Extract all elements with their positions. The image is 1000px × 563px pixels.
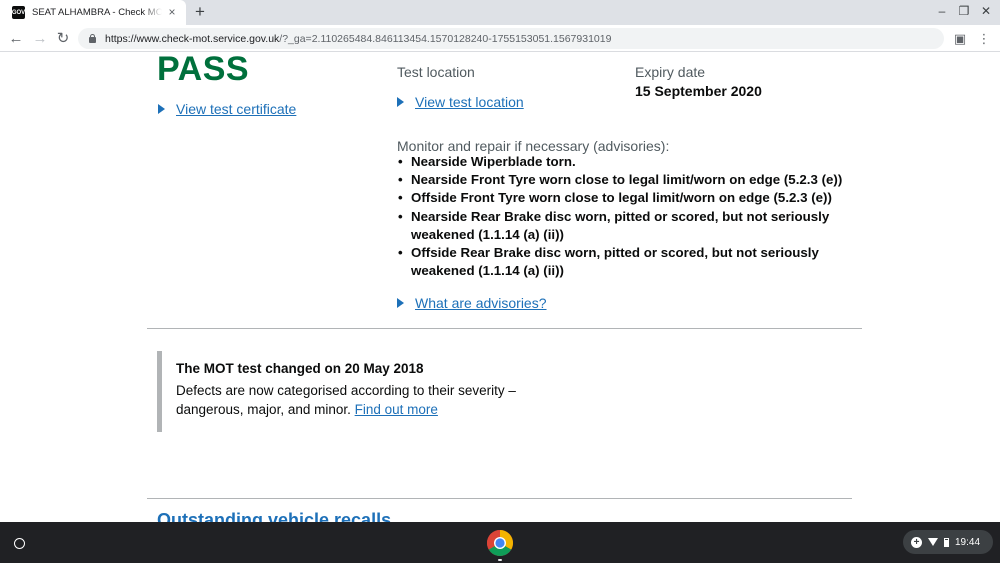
clock-time: 19:44 (955, 536, 981, 548)
expiry-date-value: 15 September 2020 (635, 83, 762, 99)
what-are-advisories-link[interactable]: What are advisories? (415, 295, 547, 311)
advisory-item: Nearside Wiperblade torn. (398, 153, 858, 171)
section-divider (147, 498, 852, 499)
restore-icon[interactable]: ❐ (955, 4, 973, 18)
browser-tab[interactable]: GOV SEAT ALHAMBRA - Check MOT history - … (0, 0, 186, 25)
test-result: PASS (157, 52, 250, 88)
view-location-link[interactable]: View test location (415, 94, 524, 110)
running-indicator (498, 559, 502, 561)
browser-toolbar: ← → ↻ https://www.check-mot.service.gov.… (0, 25, 1000, 52)
menu-kebab-icon[interactable]: ⋮ (974, 29, 994, 49)
view-certificate-link[interactable]: View test certificate (176, 101, 296, 117)
url-text: https://www.check-mot.service.gov.uk/?_g… (105, 32, 612, 45)
status-tray[interactable]: + 19:44 (903, 530, 993, 554)
profile-icon[interactable]: ▣ (950, 29, 970, 49)
govuk-favicon-icon: GOV (12, 6, 25, 19)
notice-title: The MOT test changed on 20 May 2018 (176, 361, 424, 376)
chrome-app-icon[interactable] (486, 529, 514, 557)
advisory-item: Offside Rear Brake disc worn, pitted or … (398, 244, 858, 280)
what-are-advisories-toggle[interactable]: What are advisories? (397, 295, 547, 311)
view-certificate-toggle[interactable]: View test certificate (158, 101, 296, 117)
battery-icon (944, 537, 949, 547)
advisory-item: Nearside Front Tyre worn close to legal … (398, 171, 858, 189)
new-tab-button[interactable]: + (190, 2, 210, 22)
add-icon: + (911, 536, 922, 548)
os-shelf: + 19:44 (0, 522, 1000, 563)
reload-icon[interactable]: ↻ (53, 29, 73, 49)
advisories-list: Nearside Wiperblade torn. Nearside Front… (398, 153, 858, 280)
recalls-heading: Outstanding vehicle recalls (157, 510, 392, 522)
close-tab-icon[interactable]: × (165, 5, 179, 19)
view-location-toggle[interactable]: View test location (397, 94, 524, 110)
tab-strip: GOV SEAT ALHAMBRA - Check MOT history - … (0, 0, 1000, 25)
forward-arrow-icon[interactable]: → (30, 29, 50, 49)
advisory-item: Nearside Rear Brake disc worn, pitted or… (398, 208, 858, 244)
lock-icon (88, 34, 97, 43)
minimize-icon[interactable]: – (933, 4, 951, 18)
advisory-item: Offside Front Tyre worn close to legal l… (398, 189, 858, 207)
find-out-more-link[interactable]: Find out more (355, 402, 438, 417)
wifi-icon (928, 538, 938, 546)
expiry-date-label: Expiry date (635, 64, 706, 80)
notice-body: Defects are now categorised according to… (176, 383, 516, 417)
close-window-icon[interactable]: ✕ (977, 4, 995, 18)
page-content: PASS View test certificate Test location… (0, 52, 1000, 522)
section-divider (147, 328, 862, 329)
disclosure-triangle-icon (158, 104, 165, 114)
mot-change-notice: The MOT test changed on 20 May 2018 Defe… (157, 351, 557, 432)
tab-title: SEAT ALHAMBRA - Check MOT history - GOV.… (32, 7, 162, 18)
address-bar[interactable]: https://www.check-mot.service.gov.uk/?_g… (78, 28, 944, 49)
test-location-label: Test location (397, 64, 475, 80)
back-arrow-icon[interactable]: ← (6, 29, 26, 49)
launcher-icon[interactable] (9, 533, 29, 553)
disclosure-triangle-icon (397, 97, 404, 107)
advisories-label: Monitor and repair if necessary (advisor… (397, 138, 670, 154)
disclosure-triangle-icon (397, 298, 404, 308)
